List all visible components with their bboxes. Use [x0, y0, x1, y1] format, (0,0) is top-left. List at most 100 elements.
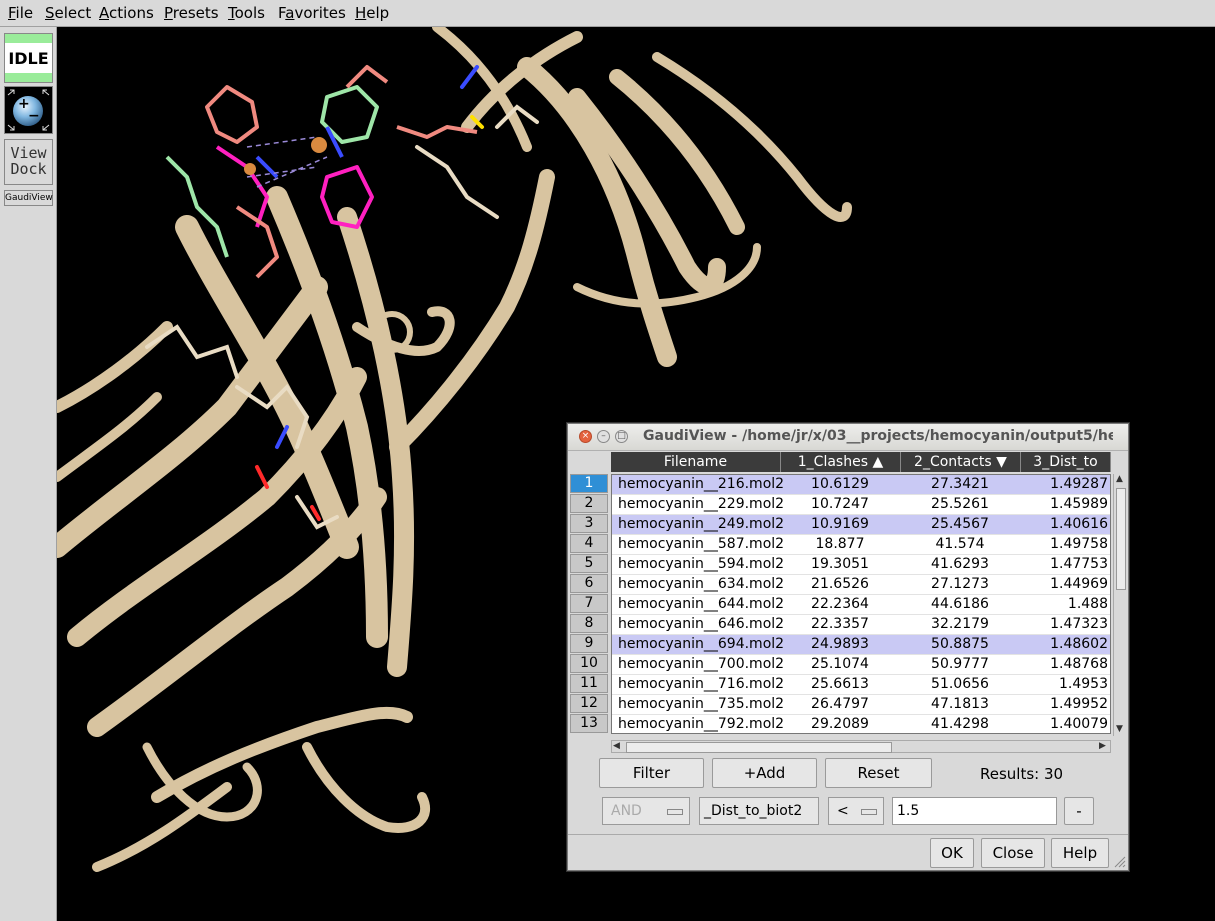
- table-row[interactable]: hemocyanin__229.mol2 10.7247 25.5261 1.4598…: [612, 495, 1110, 515]
- row-number[interactable]: 7: [570, 594, 608, 613]
- close-button[interactable]: Close: [981, 838, 1045, 868]
- resize-grip-icon[interactable]: [1114, 856, 1126, 868]
- viewdock-button[interactable]: View Dock: [4, 139, 53, 185]
- cell-clashes: 24.9893: [811, 636, 869, 652]
- cell-clashes: 25.1074: [811, 656, 869, 672]
- menu-bar: File Select Actions Presets Tools Favori…: [0, 0, 1215, 27]
- scroll-down-icon[interactable]: ▼: [1116, 724, 1123, 734]
- cell-filename: hemocyanin__700.mol2: [618, 656, 785, 672]
- row-number[interactable]: 1: [570, 474, 608, 493]
- row-number[interactable]: 6: [570, 574, 608, 593]
- column-header-dist[interactable]: 3_Dist_to: [1021, 452, 1111, 472]
- cell-filename: hemocyanin__792.mol2: [618, 716, 785, 732]
- add-filter-button[interactable]: +Add: [712, 758, 817, 788]
- operator-select[interactable]: <: [828, 797, 884, 825]
- cell-dist: 1.4953: [1059, 676, 1108, 692]
- maximize-window-icon[interactable]: □: [615, 430, 628, 443]
- row-number[interactable]: 13: [570, 714, 608, 733]
- table-row[interactable]: hemocyanin__644.mol2 22.2364 44.6186 1.488: [612, 595, 1110, 615]
- table-row[interactable]: hemocyanin__792.mol2 29.2089 41.4298 1.4007…: [612, 715, 1110, 733]
- cell-dist: 1.48768: [1050, 656, 1108, 672]
- horizontal-scroll-thumb[interactable]: [626, 742, 892, 753]
- row-number[interactable]: 9: [570, 634, 608, 653]
- row-number[interactable]: 11: [570, 674, 608, 693]
- column-header-filename[interactable]: Filename: [611, 452, 781, 472]
- row-number[interactable]: 5: [570, 554, 608, 573]
- help-button[interactable]: Help: [1051, 838, 1109, 868]
- table-row[interactable]: hemocyanin__249.mol2 10.9169 25.4567 1.4061…: [612, 515, 1110, 535]
- table-row[interactable]: hemocyanin__735.mol2 26.4797 47.1813 1.4995…: [612, 695, 1110, 715]
- cell-contacts: 44.6186: [931, 596, 989, 612]
- menu-tools[interactable]: Tools: [228, 4, 265, 22]
- plus-minus-zoom-icon: + −: [7, 89, 50, 131]
- cell-contacts: 25.5261: [931, 496, 989, 512]
- left-toolbar: IDLE + − View Dock GaudiView: [0, 27, 57, 921]
- table-row[interactable]: hemocyanin__700.mol2 25.1074 50.9777 1.4876…: [612, 655, 1110, 675]
- results-table: Filename 1_Clashes ▲ 2_Contacts ▼ 3_Dist…: [568, 452, 1128, 752]
- scroll-right-icon[interactable]: ▶: [1099, 741, 1106, 751]
- cell-dist: 1.40616: [1050, 516, 1108, 532]
- row-number[interactable]: 3: [570, 514, 608, 533]
- svg-text:−: −: [28, 108, 40, 124]
- status-idle-indicator: IDLE: [4, 33, 53, 83]
- logic-select[interactable]: AND: [602, 797, 690, 825]
- menu-help[interactable]: Help: [355, 4, 389, 22]
- table-row[interactable]: hemocyanin__587.mol2 18.877 41.574 1.49758: [612, 535, 1110, 555]
- cell-filename: hemocyanin__594.mol2: [618, 556, 785, 572]
- menu-favorites[interactable]: Favorites: [278, 4, 346, 22]
- cell-clashes: 10.7247: [811, 496, 869, 512]
- row-number[interactable]: 12: [570, 694, 608, 713]
- minimize-window-icon[interactable]: –: [597, 430, 610, 443]
- cell-contacts: 50.8875: [931, 636, 989, 652]
- cell-clashes: 19.3051: [811, 556, 869, 572]
- table-row[interactable]: hemocyanin__216.mol2 10.6129 27.3421 1.4928…: [612, 475, 1110, 495]
- vertical-scroll-thumb[interactable]: [1116, 488, 1126, 590]
- row-number[interactable]: 2: [570, 494, 608, 513]
- table-row[interactable]: hemocyanin__646.mol2 22.3357 32.2179 1.4732…: [612, 615, 1110, 635]
- operator-select-value: <: [837, 803, 849, 819]
- cell-contacts: 25.4567: [931, 516, 989, 532]
- menu-actions[interactable]: Actions: [99, 4, 154, 22]
- column-header-clashes[interactable]: 1_Clashes ▲: [781, 452, 901, 472]
- remove-filter-button[interactable]: -: [1064, 797, 1094, 825]
- gaudiview-button[interactable]: GaudiView: [4, 190, 53, 206]
- vertical-scrollbar[interactable]: ▲ ▼: [1113, 474, 1127, 736]
- cell-dist: 1.40079: [1050, 716, 1108, 732]
- cell-contacts: 32.2179: [931, 616, 989, 632]
- row-number[interactable]: 4: [570, 534, 608, 553]
- table-row[interactable]: hemocyanin__594.mol2 19.3051 41.6293 1.4775…: [612, 555, 1110, 575]
- column-header-contacts[interactable]: 2_Contacts ▼: [901, 452, 1021, 472]
- horizontal-scrollbar[interactable]: ◀ ▶: [611, 740, 1111, 753]
- table-row[interactable]: hemocyanin__694.mol2 24.9893 50.8875 1.4860…: [612, 635, 1110, 655]
- zoom-button[interactable]: + −: [4, 86, 53, 134]
- reset-button[interactable]: Reset: [825, 758, 932, 788]
- cell-filename: hemocyanin__735.mol2: [618, 696, 785, 712]
- dropdown-indicator-icon: [861, 809, 877, 815]
- cell-clashes: 22.2364: [811, 596, 869, 612]
- cell-dist: 1.44969: [1050, 576, 1108, 592]
- table-row[interactable]: hemocyanin__716.mol2 25.6613 51.0656 1.4953: [612, 675, 1110, 695]
- menu-presets[interactable]: Presets: [164, 4, 219, 22]
- cell-dist: 1.49758: [1050, 536, 1108, 552]
- field-select[interactable]: _Dist_to_biot2: [699, 797, 819, 825]
- row-number[interactable]: 10: [570, 654, 608, 673]
- cell-filename: hemocyanin__216.mol2: [618, 476, 785, 492]
- cell-filename: hemocyanin__646.mol2: [618, 616, 785, 632]
- cell-filename: hemocyanin__249.mol2: [618, 516, 785, 532]
- filter-button[interactable]: Filter: [599, 758, 704, 788]
- ok-button[interactable]: OK: [930, 838, 974, 868]
- row-number[interactable]: 8: [570, 614, 608, 633]
- cell-contacts: 41.4298: [931, 716, 989, 732]
- menu-select[interactable]: Select: [45, 4, 91, 22]
- close-window-icon[interactable]: ×: [579, 430, 592, 443]
- table-row[interactable]: hemocyanin__634.mol2 21.6526 27.1273 1.4496…: [612, 575, 1110, 595]
- menu-file[interactable]: File: [8, 4, 33, 22]
- scroll-left-icon[interactable]: ◀: [613, 741, 620, 751]
- cell-contacts: 27.3421: [931, 476, 989, 492]
- filter-value-input[interactable]: 1.5: [892, 797, 1057, 825]
- viewdock-line1: View: [10, 144, 47, 162]
- cell-clashes: 29.2089: [811, 716, 869, 732]
- cell-clashes: 25.6613: [811, 676, 869, 692]
- dialog-titlebar[interactable]: × – □ GaudiView - /home/jr/x/03__project…: [568, 424, 1128, 451]
- scroll-up-icon[interactable]: ▲: [1116, 474, 1123, 484]
